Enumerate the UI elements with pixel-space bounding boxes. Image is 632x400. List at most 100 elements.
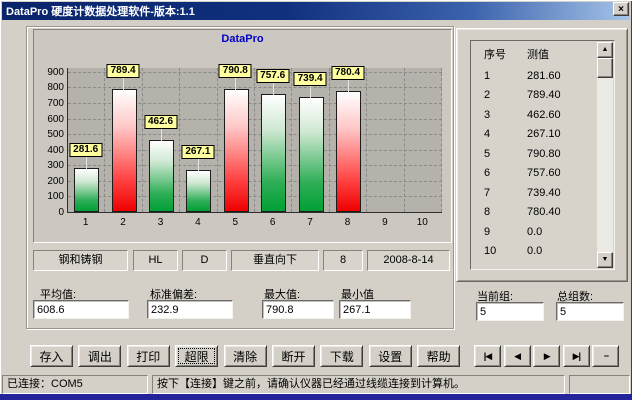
list-item[interactable]: 1281.60 xyxy=(471,66,614,86)
list-item-value: 789.40 xyxy=(522,89,561,101)
x-axis-tick-label: 6 xyxy=(254,217,291,228)
scrollbar-thumb[interactable] xyxy=(597,58,613,78)
minimum-input[interactable] xyxy=(339,300,411,319)
x-axis-tick-label: 8 xyxy=(329,217,366,228)
list-item[interactable]: 90.0 xyxy=(471,222,614,242)
y-axis-tick-label: 200 xyxy=(36,176,64,187)
x-axis-tick-label: 7 xyxy=(291,217,328,228)
y-axis-tick-label: 100 xyxy=(36,191,64,202)
current-group-input[interactable] xyxy=(476,302,544,321)
status-message: 按下【连接】键之前，请确认仪器已经通过线缆连接到计算机。 xyxy=(152,375,565,394)
clear-button[interactable]: 清除 xyxy=(224,345,267,367)
maximum-input[interactable] xyxy=(262,300,334,319)
average-input[interactable] xyxy=(33,300,129,319)
status-message-text: 按下【连接】键之前，请确认仪器已经通过线缆连接到计算机。 xyxy=(157,378,465,390)
over-limit-button[interactable]: 超限 xyxy=(175,345,218,367)
settings-button[interactable]: 设置 xyxy=(369,345,412,367)
list-item-index: 7 xyxy=(471,187,522,199)
y-axis-tick-label: 300 xyxy=(36,160,64,171)
bar-value-label: 789.4 xyxy=(107,64,140,78)
scroll-down-button[interactable]: ▼ xyxy=(597,252,613,268)
scrollbar-track[interactable]: ▲ ▼ xyxy=(597,42,613,268)
nav-delete-button[interactable]: − xyxy=(592,345,619,367)
list-header-index: 序号 xyxy=(471,46,522,62)
list-item-index: 4 xyxy=(471,128,522,140)
list-item-value: 267.10 xyxy=(522,128,561,140)
x-axis-tick-label: 10 xyxy=(404,217,441,228)
chart-panel: DataPro 01002003004005006007008009001234… xyxy=(33,29,452,243)
bar-category-1 xyxy=(74,168,99,212)
list-item-value: 739.40 xyxy=(522,187,561,199)
window-title: DataPro 硬度计数据处理软件-版本:1.1 xyxy=(6,3,195,19)
y-axis-tick-label: 600 xyxy=(36,114,64,125)
save-button[interactable]: 存入 xyxy=(30,345,73,367)
bar-category-4 xyxy=(186,170,211,212)
list-item-index: 10 xyxy=(471,245,522,257)
total-groups-input[interactable] xyxy=(556,302,624,321)
nav-next-button[interactable]: ▶ xyxy=(533,345,560,367)
hardness-scale-field: HL xyxy=(133,250,178,271)
y-axis-tick-label: 0 xyxy=(36,207,64,218)
list-item-value: 780.40 xyxy=(522,206,561,218)
y-axis-tick-label: 400 xyxy=(36,145,64,156)
v-gridline xyxy=(179,68,180,212)
label-connector xyxy=(348,79,349,92)
print-button[interactable]: 打印 xyxy=(127,345,170,367)
std-deviation-input[interactable] xyxy=(147,300,233,319)
download-button[interactable]: 下载 xyxy=(320,345,363,367)
label-connector xyxy=(86,156,87,169)
list-item[interactable]: 4267.10 xyxy=(471,125,614,145)
label-connector xyxy=(123,77,124,90)
list-item[interactable]: 3462.60 xyxy=(471,105,614,125)
list-item-index: 2 xyxy=(471,89,522,101)
list-item-index: 1 xyxy=(471,70,522,82)
y-axis-tick-label: 900 xyxy=(36,67,64,78)
bar-category-2 xyxy=(112,89,137,212)
bar-category-5 xyxy=(224,89,249,212)
list-item-index: 5 xyxy=(471,148,522,160)
list-item-index: 9 xyxy=(471,226,522,238)
chart-title: DataPro xyxy=(34,33,451,45)
list-item[interactable]: 7739.40 xyxy=(471,183,614,203)
bar-value-label: 757.6 xyxy=(256,69,289,83)
list-item[interactable]: 2789.40 xyxy=(471,86,614,106)
measurements-listbox[interactable]: 序号测值1281.602789.403462.604267.105790.806… xyxy=(470,40,615,270)
recall-button[interactable]: 调出 xyxy=(78,345,121,367)
disconnect-button[interactable]: 断开 xyxy=(272,345,315,367)
x-axis-tick-label: 9 xyxy=(366,217,403,228)
list-item[interactable]: 8780.40 xyxy=(471,203,614,223)
bar-value-label: 780.4 xyxy=(331,66,364,80)
v-gridline xyxy=(254,68,255,212)
list-item[interactable]: 100.0 xyxy=(471,242,614,262)
v-gridline xyxy=(142,68,143,212)
bar-category-8 xyxy=(336,91,361,212)
v-gridline xyxy=(366,68,367,212)
list-item[interactable]: 5790.80 xyxy=(471,144,614,164)
connection-status-text: 已连接：COM5 xyxy=(7,378,83,390)
scroll-up-button[interactable]: ▲ xyxy=(597,42,613,58)
nav-first-button[interactable]: |◀ xyxy=(474,345,501,367)
bar-value-label: 462.6 xyxy=(144,115,177,129)
list-item-value: 757.60 xyxy=(522,167,561,179)
bar-category-7 xyxy=(299,97,324,212)
label-connector xyxy=(310,85,311,98)
list-item[interactable]: 6757.60 xyxy=(471,164,614,184)
probe-type-field: D xyxy=(182,250,227,271)
help-button[interactable]: 帮助 xyxy=(417,345,460,367)
v-gridline xyxy=(404,68,405,212)
nav-last-button[interactable]: ▶| xyxy=(563,345,590,367)
measurements-list: 序号测值1281.602789.403462.604267.105790.806… xyxy=(471,41,614,261)
close-icon: × xyxy=(618,4,624,15)
list-header-value: 测值 xyxy=(522,46,549,62)
status-connection: 已连接：COM5 xyxy=(2,375,148,394)
close-button[interactable]: × xyxy=(613,2,629,16)
bar-value-label: 267.1 xyxy=(181,145,214,159)
bar-value-label: 281.6 xyxy=(69,143,102,157)
label-connector xyxy=(273,82,274,95)
v-gridline xyxy=(104,68,105,212)
v-gridline xyxy=(217,68,218,212)
measurements-panel: 序号测值1281.602789.403462.604267.105790.806… xyxy=(456,28,628,282)
nav-previous-button[interactable]: ◀ xyxy=(504,345,531,367)
title-bar[interactable]: DataPro 硬度计数据处理软件-版本:1.1 xyxy=(2,2,630,20)
y-axis-tick-label: 700 xyxy=(36,98,64,109)
